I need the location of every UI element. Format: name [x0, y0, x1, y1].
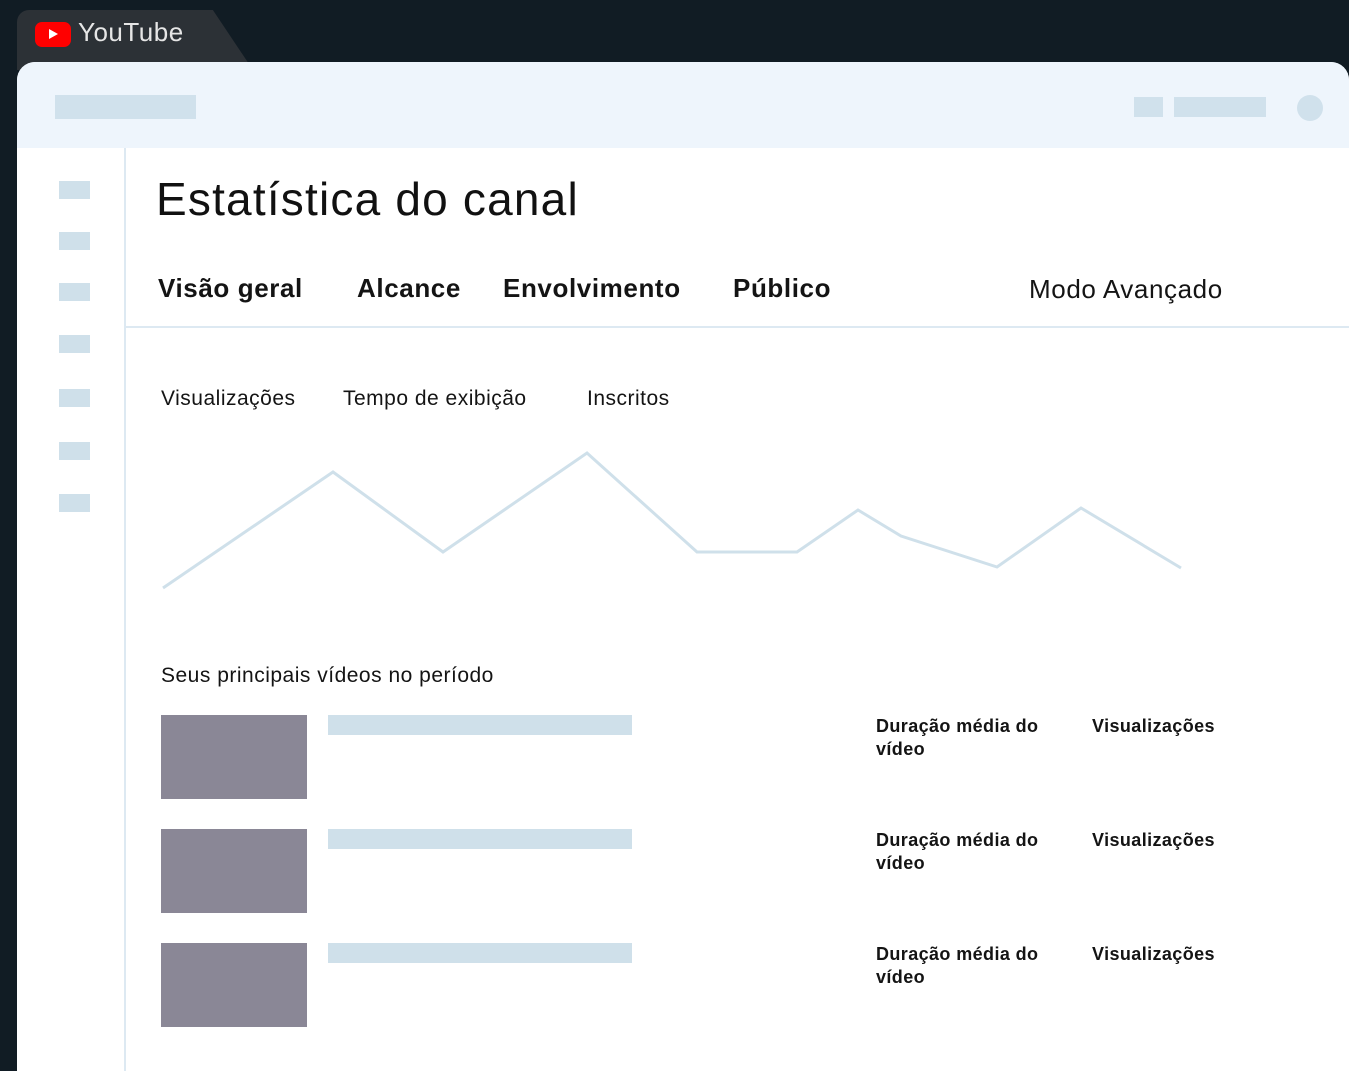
video-thumbnail[interactable]: [161, 943, 307, 1027]
avg-duration-label: Duração média do vídeo: [876, 944, 1039, 987]
sidebar-item-4[interactable]: [59, 335, 90, 353]
video-title-placeholder[interactable]: [328, 715, 632, 735]
views-label: Visualizações: [1092, 830, 1215, 850]
toolbar-icon-placeholder[interactable]: [1134, 97, 1163, 117]
video-title-placeholder[interactable]: [328, 829, 632, 849]
top-bar: [17, 62, 1349, 148]
video-title-placeholder[interactable]: [328, 943, 632, 963]
video-row[interactable]: Duração média do vídeo Visualizações: [161, 829, 1311, 917]
metric-tab-views[interactable]: Visualizações: [161, 387, 296, 411]
logo-placeholder[interactable]: [55, 95, 196, 119]
sidebar-item-2[interactable]: [59, 232, 90, 250]
tab-overview[interactable]: Visão geral: [158, 273, 303, 304]
metric-tab-subscribers[interactable]: Inscritos: [587, 387, 670, 411]
avatar[interactable]: [1297, 95, 1323, 121]
avg-duration-label: Duração média do vídeo: [876, 830, 1039, 873]
chart-line: [162, 451, 1182, 590]
tab-audience[interactable]: Público: [733, 273, 831, 304]
metric-tab-watch-time[interactable]: Tempo de exibição: [343, 387, 527, 411]
video-thumbnail[interactable]: [161, 715, 307, 799]
views-label: Visualizações: [1092, 944, 1215, 964]
video-row[interactable]: Duração média do vídeo Visualizações: [161, 715, 1311, 803]
line-chart: [162, 451, 1182, 590]
sidebar-item-6[interactable]: [59, 442, 90, 460]
top-videos-title: Seus principais vídeos no período: [161, 664, 494, 687]
toolbar-button-placeholder[interactable]: [1174, 97, 1266, 117]
sidebar-item-7[interactable]: [59, 494, 90, 512]
app-window: Estatística do canal Visão geral Alcance…: [17, 62, 1349, 1071]
sidebar-item-1[interactable]: [59, 181, 90, 199]
video-row[interactable]: Duração média do vídeo Visualizações: [161, 943, 1311, 1031]
advanced-mode-link[interactable]: Modo Avançado: [1029, 274, 1223, 305]
youtube-logo-icon: [35, 22, 71, 47]
tab-reach[interactable]: Alcance: [357, 273, 461, 304]
tab-title: YouTube: [78, 17, 184, 47]
video-thumbnail[interactable]: [161, 829, 307, 913]
tab-engagement[interactable]: Envolvimento: [503, 273, 681, 304]
sidebar-item-5[interactable]: [59, 389, 90, 407]
views-label: Visualizações: [1092, 716, 1215, 736]
page-title: Estatística do canal: [156, 173, 579, 225]
sidebar: [17, 148, 126, 1071]
avg-duration-label: Duração média do vídeo: [876, 716, 1039, 759]
analytics-tabs: Visão geral Alcance Envolvimento Público…: [125, 262, 1349, 328]
sidebar-item-3[interactable]: [59, 283, 90, 301]
